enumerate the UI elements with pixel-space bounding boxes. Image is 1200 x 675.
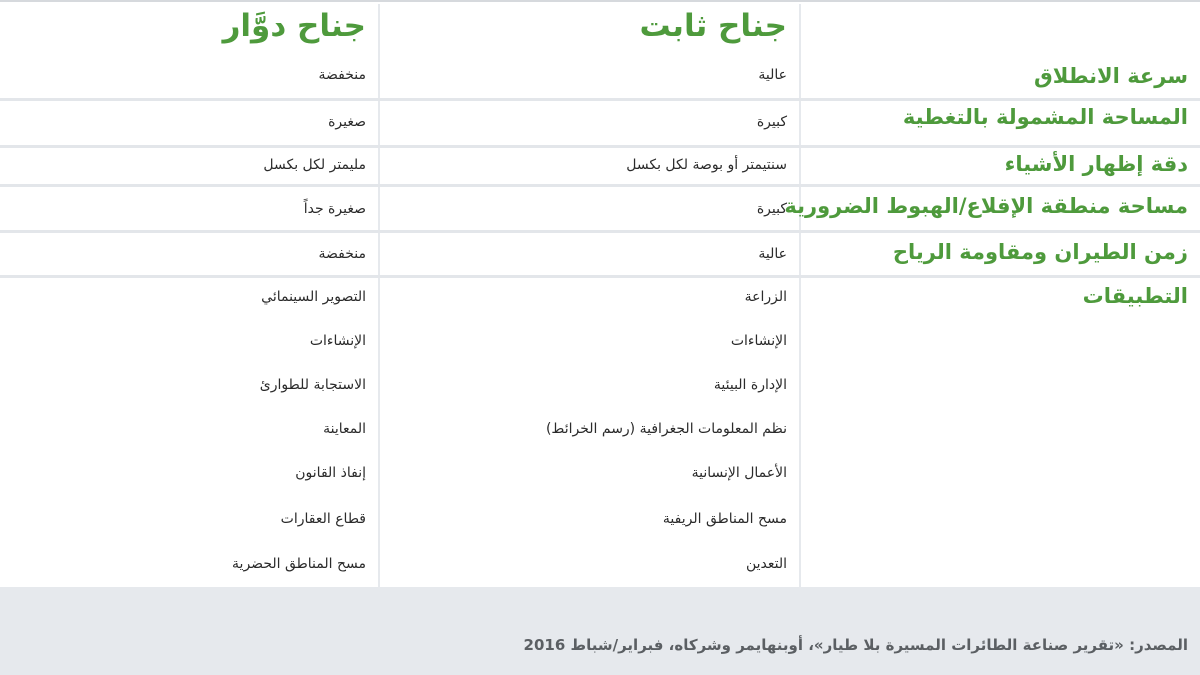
table-cell: منخفضة <box>318 67 367 83</box>
row-label-flight-time-wind: زمن الطيران ومقاومة الرياح <box>892 240 1188 264</box>
list-item: الزراعة <box>744 289 787 305</box>
table-cell: كبيرة <box>756 114 787 130</box>
column-header-rotary-wing: جناح دوَّار <box>222 8 366 44</box>
column-divider-left <box>378 4 380 587</box>
column-divider-right <box>799 4 801 587</box>
row-separator <box>0 184 1200 187</box>
row-separator <box>0 145 1200 148</box>
row-separator <box>0 275 1200 278</box>
row-label-takeoff-landing-area: مساحة منطقة الإقلاع/الهبوط الضرورية <box>784 194 1188 218</box>
table-cell: منخفضة <box>318 246 367 262</box>
list-item: مسح المناطق الريفية <box>662 511 787 527</box>
row-label-applications: التطبيقات <box>1082 284 1188 308</box>
comparison-table: جناح ثابت جناح دوَّار سرعة الانطلاق عالي… <box>0 0 1200 587</box>
list-item: إنفاذ القانون <box>295 465 366 481</box>
row-label-resolution: دقة إظهار الأشياء <box>1004 152 1188 176</box>
list-item: مسح المناطق الحضرية <box>232 556 366 572</box>
table-cell: مليمتر لكل بكسل <box>263 157 366 173</box>
list-item: الاستجابة للطوارئ <box>259 377 366 393</box>
table-cell: كبيرة <box>756 201 787 217</box>
table-cell: عالية <box>758 67 787 83</box>
list-item: التصوير السينمائي <box>261 289 366 305</box>
list-item: الإدارة البيئية <box>713 377 787 393</box>
table-cell: صغيرة جداً <box>303 201 366 217</box>
table-cell: سنتيمتر أو بوصة لكل بكسل <box>626 157 787 173</box>
list-item: المعاينة <box>323 421 366 437</box>
table-cell: عالية <box>758 246 787 262</box>
list-item: التعدين <box>745 556 787 572</box>
table-cell: صغيرة <box>328 114 366 130</box>
list-item: نظم المعلومات الجغرافية (رسم الخرائط) <box>545 421 787 437</box>
list-item: الإنشاءات <box>730 333 787 349</box>
source-note: المصدر: «تقرير صناعة الطائرات المسيرة بل… <box>523 636 1188 654</box>
row-separator <box>0 230 1200 233</box>
list-item: الأعمال الإنسانية <box>691 465 787 481</box>
row-separator <box>0 98 1200 101</box>
list-item: الإنشاءات <box>309 333 366 349</box>
row-label-launch-speed: سرعة الانطلاق <box>1033 64 1188 88</box>
row-label-coverage-area: المساحة المشمولة بالتغطية <box>902 105 1188 129</box>
list-item: قطاع العقارات <box>280 511 366 527</box>
column-header-fixed-wing: جناح ثابت <box>639 8 787 44</box>
